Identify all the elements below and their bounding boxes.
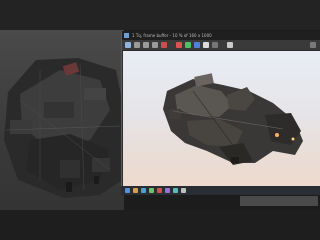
copy-icon[interactable]	[134, 42, 140, 48]
swatch-icon[interactable]	[227, 42, 233, 48]
mono-icon[interactable]	[212, 42, 218, 48]
clear-icon[interactable]	[161, 42, 167, 48]
frame-buffer-window[interactable]: 1 Tq, frame buffer - 10 % of 160 x 1000	[121, 31, 320, 193]
save-icon[interactable]	[125, 42, 131, 48]
app-icon	[124, 33, 129, 38]
app-icon-2[interactable]	[157, 188, 162, 193]
start-icon[interactable]	[125, 188, 130, 193]
clone-icon[interactable]	[143, 42, 149, 48]
app-icon-5[interactable]	[181, 188, 186, 193]
rendered-image	[123, 51, 320, 191]
print-icon[interactable]	[152, 42, 158, 48]
app-icon-3[interactable]	[165, 188, 170, 193]
alpha-icon[interactable]	[203, 42, 209, 48]
channel-blue-icon[interactable]	[194, 42, 200, 48]
channel-green-icon[interactable]	[185, 42, 191, 48]
bottom-panel	[0, 210, 320, 240]
frame-buffer-toolbar	[122, 40, 320, 51]
taskbar	[121, 186, 320, 195]
rendered-spaceship	[163, 73, 303, 165]
settings-icon[interactable]	[310, 42, 316, 48]
maxscene-top-strip	[0, 0, 320, 30]
browser-icon[interactable]	[141, 188, 146, 193]
status-field[interactable]	[240, 196, 318, 206]
viewport-ship-model	[4, 58, 122, 198]
explorer-icon[interactable]	[133, 188, 138, 193]
frame-buffer-title: 1 Tq, frame buffer - 10 % of 160 x 1000	[132, 33, 212, 38]
app-icon-1[interactable]	[149, 188, 154, 193]
app-icon-4[interactable]	[173, 188, 178, 193]
frame-buffer-titlebar[interactable]: 1 Tq, frame buffer - 10 % of 160 x 1000	[122, 31, 320, 40]
viewport-perspective[interactable]	[0, 30, 124, 210]
channel-red-icon[interactable]	[176, 42, 182, 48]
